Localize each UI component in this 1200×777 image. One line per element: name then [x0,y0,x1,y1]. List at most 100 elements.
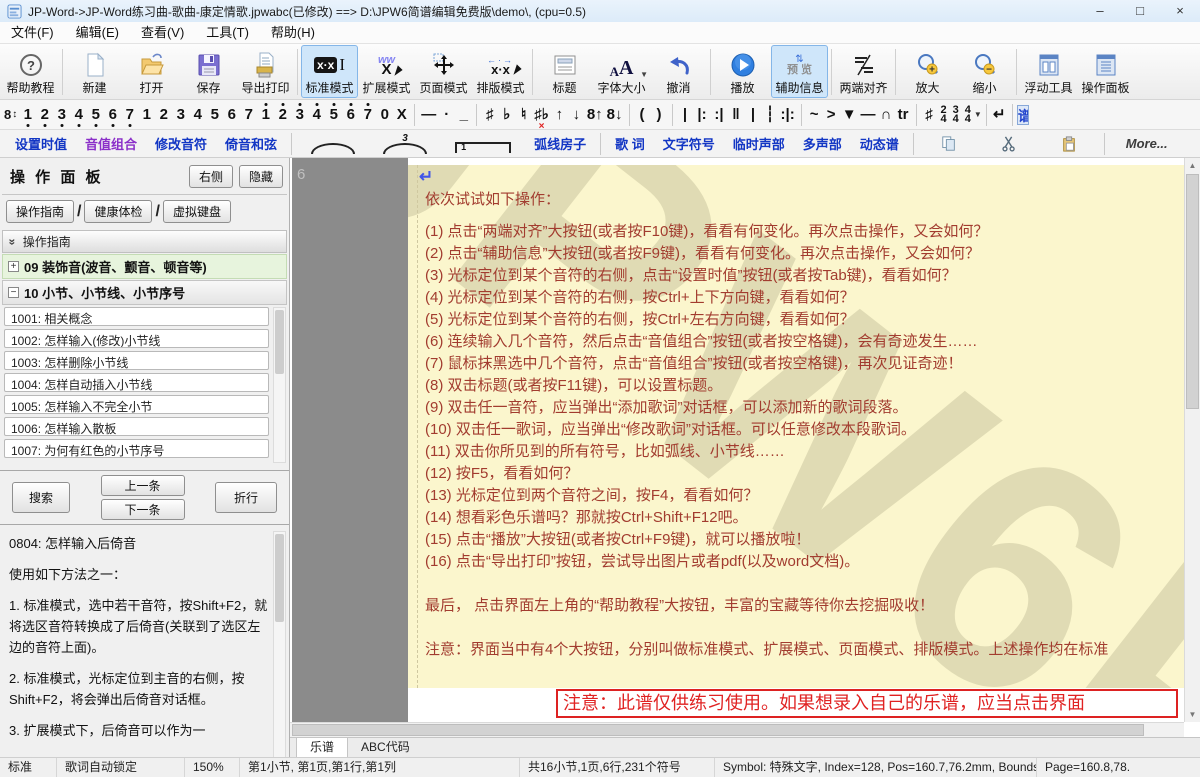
guide-topic-item[interactable]: 1007: 为何有红色的小节序号 [4,439,269,458]
guide-topic-item[interactable]: 1006: 怎样输入散板 [4,417,269,436]
ornament-button[interactable]: — [859,102,878,128]
zoom-in-button[interactable]: + 放大 [899,45,956,98]
lyrics-button[interactable]: 歌 词 [606,134,654,153]
note-low-button[interactable]: 6 [104,102,121,128]
extend-mode-button[interactable]: wwX 扩展模式 [358,45,415,98]
barline-button[interactable]: ‖ [728,102,745,128]
temp-part-button[interactable]: 临时声部 [724,134,794,153]
note-mid-button[interactable]: 6 [223,102,240,128]
meter-4-4-button[interactable]: 44 [962,106,974,124]
typeset-mode-button[interactable]: ←·→x·x 排版模式 [472,45,529,98]
meter-3-4-button[interactable]: 34 [950,106,962,124]
accidental-cancel-button[interactable]: ♯♭× [532,102,551,128]
tab-score[interactable]: 乐谱 [296,738,348,757]
meter-2-4-button[interactable]: 24 [938,106,950,124]
wrap-line-button[interactable]: 折行 [215,482,277,513]
note-low-button[interactable]: 1 [19,102,36,128]
guide-topic-item[interactable]: 1001: 相关概念 [4,307,269,326]
duration-button[interactable]: _ [455,102,472,128]
new-button[interactable]: 新建 [66,45,123,98]
guide-topic-item[interactable]: 1003: 怎样删除小节线 [4,351,269,370]
dock-right-button[interactable]: 右侧 [189,165,233,188]
note-mid-button[interactable]: 3 [172,102,189,128]
minimize-button[interactable]: – [1080,0,1120,22]
note-mid-button[interactable]: 2 [155,102,172,128]
save-button[interactable]: 保存 [180,45,237,98]
key-signature-button[interactable]: ♯ [921,102,938,128]
prev-item-button[interactable]: 上一条 [101,475,185,496]
barline-button[interactable]: |: [694,102,711,128]
search-button[interactable]: 搜索 [12,482,70,513]
barline-button[interactable]: ┆ [762,102,779,128]
operation-panel-button[interactable]: 操作面板 [1077,45,1134,98]
multi-part-button[interactable]: 多声部 [794,134,851,153]
menu-item[interactable]: 编辑(E) [65,22,130,43]
octave-shift-button[interactable]: 8↕ [2,102,19,128]
note-mid-button[interactable]: 5 [206,102,223,128]
pitch-arrow-button[interactable]: 8↓ [605,102,625,128]
scrollbar-thumb[interactable] [292,724,1144,736]
slur-volta-button[interactable]: 弧线房子 [525,134,595,153]
vertical-scrollbar[interactable]: ▲ ▼ [1184,158,1200,722]
note-high-button[interactable]: 3 [291,102,308,128]
note-high-button[interactable]: 6 [342,102,359,128]
guide-section-header[interactable]: » 操作指南 [2,230,287,253]
score-page[interactable]: JPW6Free ↵ 依次试试如下操作：(1) 点击“两端对齐”大按钮(或者按F… [408,165,1184,688]
copy-button[interactable] [919,136,979,152]
cut-button[interactable] [979,136,1039,152]
assist-info-button[interactable]: ⇅预 览 辅助信息 [771,45,828,98]
guide-topic-item[interactable]: 1005: 怎样输入不完全小节 [4,395,269,414]
paren-button[interactable]: ) [651,102,668,128]
scrollbar-thumb[interactable] [275,310,284,374]
grace-chord-button[interactable]: 倚音和弦 [216,134,286,153]
duration-button[interactable]: — [419,102,438,128]
volta-bracket-button[interactable]: 1 [455,142,511,153]
standard-mode-button[interactable]: x·xI 标准模式 [301,45,358,98]
tab-operation-guide[interactable]: 操作指南 [6,200,74,223]
accidental-button[interactable]: ♭ [498,102,515,128]
tree-item-10[interactable]: − 10 小节、小节线、小节序号 [2,280,287,305]
undo-button[interactable]: 撤消 [650,45,707,98]
menu-item[interactable]: 文件(F) [0,22,65,43]
note-low-button[interactable]: 4 [70,102,87,128]
list-scrollbar[interactable] [273,307,286,463]
menu-item[interactable]: 帮助(H) [260,22,326,43]
export-print-button[interactable]: 导出打印 [237,45,294,98]
chevron-down-icon[interactable]: ▼ [640,70,648,79]
scrollbar-thumb[interactable] [1186,174,1199,409]
scrollbar-thumb[interactable] [275,534,284,622]
help-tutorial-button[interactable]: ? 帮助教程 [2,45,59,98]
tab-health-check[interactable]: 健康体检 [84,200,152,223]
collapse-minus-icon[interactable]: − [8,287,19,298]
note-high-button[interactable]: 7 [359,102,376,128]
pitch-arrow-button[interactable]: 8↑ [585,102,605,128]
note-high-button[interactable]: 4 [308,102,325,128]
ornament-button[interactable]: tr [895,102,912,128]
accidental-button[interactable]: ♯ [481,102,498,128]
paren-button[interactable]: ( [634,102,651,128]
slur-button[interactable] [311,143,355,154]
pitch-arrow-button[interactable]: ↓ [568,102,585,128]
ornament-button[interactable]: ∩ [878,102,895,128]
guide-topic-item[interactable]: 1004: 怎样自动插入小节线 [4,373,269,392]
line-break-button[interactable]: ↵ [991,102,1008,128]
scroll-down-icon[interactable]: ▼ [1185,707,1200,722]
note-low-button[interactable]: 5 [87,102,104,128]
clipped-score-button[interactable]: 谱 [1017,105,1029,125]
beam-group-button[interactable]: 音值组合 [76,134,146,153]
scroll-up-icon[interactable]: ▲ [1185,158,1200,173]
meter-dropdown-icon[interactable]: ▼ [974,110,982,119]
rest-button[interactable]: 0 [376,102,393,128]
note-mid-button[interactable]: 7 [240,102,257,128]
float-tool-button[interactable]: 浮动工具 [1020,45,1077,98]
tab-virtual-keyboard[interactable]: 虚拟键盘 [163,200,231,223]
expand-plus-icon[interactable]: + [8,261,19,272]
note-high-button[interactable]: 1 [257,102,274,128]
page-mode-button[interactable]: 页面模式 [415,45,472,98]
note-low-button[interactable]: 3 [53,102,70,128]
font-size-button[interactable]: AA ▼ 字体大小 [593,45,650,98]
text-symbol-button[interactable]: 文字符号 [654,134,724,153]
triplet-button[interactable]: 3 [383,143,427,154]
accidental-button[interactable]: ♮ [515,102,532,128]
open-button[interactable]: 打开 [123,45,180,98]
